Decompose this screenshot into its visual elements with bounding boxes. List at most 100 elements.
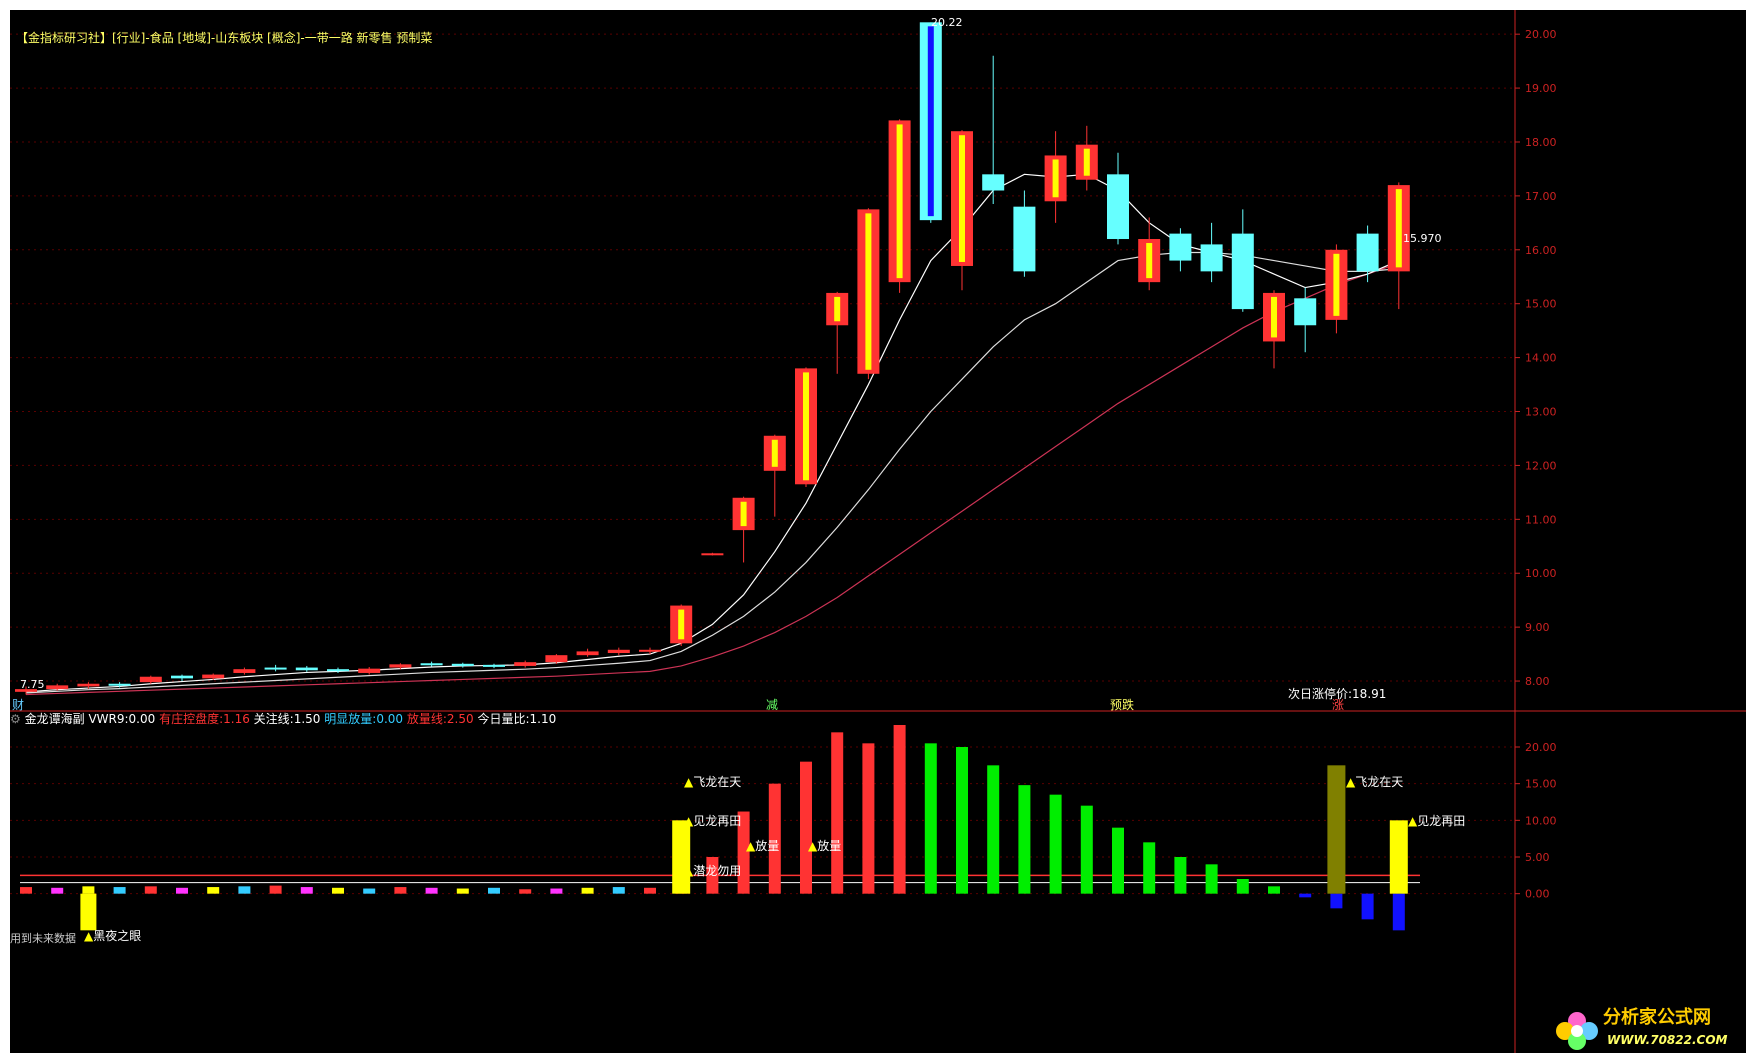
signal-fei-long-1: ▲飞龙在天 [684, 775, 742, 789]
candle-up [639, 649, 661, 652]
volume-bar [550, 888, 563, 894]
candle-down [1294, 298, 1317, 326]
volume-bar [644, 887, 656, 894]
chart-frame: 20.00 19.00 18.00 17.00 16.00 15.00 14.00 13.00… [10, 10, 1746, 1053]
candle-down [1107, 174, 1129, 240]
volume-bar [1236, 879, 1249, 894]
left-marker: 财 [12, 698, 25, 712]
volume-bar [332, 887, 344, 894]
volume-bar [300, 887, 313, 894]
signal-fang-liang-2: ▲放量 [808, 839, 842, 853]
candle-down [327, 669, 349, 672]
candle-up [701, 553, 724, 556]
volume-bar [82, 886, 95, 894]
sub-panel-header: ⚙ 金龙谭海副 VWR9:0.00 有庄控盘度:1.16 关注线:1.50 明显… [10, 712, 556, 726]
signal-fang-liang-1: ▲放量 [746, 839, 780, 853]
signal-bar-jian-long-2 [1389, 820, 1408, 894]
volume-bar [144, 886, 157, 894]
volume-bar [862, 743, 875, 894]
candle-down [1231, 233, 1254, 310]
signal-bar-jian-long [672, 820, 691, 894]
volume-bar [1080, 805, 1093, 894]
candle-up [46, 685, 69, 690]
candle-down [264, 667, 287, 670]
volume-bar [924, 743, 937, 894]
stock-chart[interactable]: 20.00 19.00 18.00 17.00 16.00 15.00 14.00 13.00… [10, 10, 1746, 1053]
volume-bar [1268, 886, 1280, 894]
volume-bar [269, 885, 282, 894]
volume-bar [612, 887, 625, 894]
candle-down [1169, 233, 1192, 261]
volume-bar [113, 887, 126, 894]
volume-bar [581, 887, 594, 894]
signal-jian-long-1: ▲见龙再田 [684, 814, 742, 828]
stock-info-header: 【金指标研习社】[行业]-食品 [地域]-山东板块 [概念]-一带一路 新零售 … [16, 31, 433, 45]
price-tick-label: 9.00 [1525, 621, 1550, 634]
volume-bar [831, 732, 844, 894]
param-volume-line: 放量线:2.50 [406, 712, 474, 726]
candle-inner-bar [896, 124, 903, 279]
candle-inner-bar [1271, 296, 1277, 338]
candle-inner-bar [1395, 189, 1402, 268]
volume-bar [1174, 857, 1187, 894]
price-tick-label: 15.00 [1525, 298, 1557, 311]
candle-inner-bar [1083, 148, 1090, 176]
candle-down [108, 683, 131, 686]
signal-qian-long: ▲潜龙勿用 [684, 864, 742, 878]
bottom-marker-up: 涨 [1332, 698, 1345, 712]
volume-bar [176, 887, 188, 894]
volume-bar [800, 761, 812, 894]
volume-bar [488, 887, 500, 894]
signal-bar-hei-ye [80, 893, 97, 931]
volume-bar [956, 747, 968, 894]
volume-bar [425, 887, 438, 894]
price-tick-label: 19.00 [1525, 82, 1557, 95]
volume-bar [1330, 893, 1343, 909]
candle-inner-bar [771, 439, 778, 467]
volume-bar [1205, 864, 1218, 894]
bottom-marker-reduce: 减 [766, 698, 779, 712]
candle-down [171, 675, 193, 679]
volume-bar [1299, 893, 1312, 898]
price-tick-label: 10.00 [1525, 567, 1557, 580]
volume-bar [394, 887, 407, 894]
candle-inner-bar [678, 609, 685, 640]
settings-icon[interactable]: ⚙ [10, 712, 21, 726]
volume-bar [363, 888, 376, 894]
price-tick-label: 18.00 [1525, 136, 1557, 149]
volume-bar [207, 887, 220, 894]
volume-tick-label: 5.00 [1525, 851, 1550, 864]
candle-inner-bar [927, 26, 934, 217]
candle-down [982, 174, 1005, 191]
candle-up [514, 662, 537, 666]
high-price-label: 20.22 [931, 16, 963, 29]
bottom-marker-forecast: 预跌 [1110, 698, 1135, 712]
volume-bar [519, 889, 532, 894]
watermark-logo: 分析家公式网 WWW.70822.COM [1551, 999, 1741, 1057]
candle-down [1356, 233, 1379, 272]
candle-up [358, 668, 381, 673]
volume-bar [1361, 893, 1374, 920]
price-tick-label: 12.00 [1525, 459, 1557, 472]
signal-jian-long-2: ▲见龙再田 [1408, 814, 1466, 828]
candle-inner-bar [803, 372, 809, 481]
price-tick-label: 20.00 [1525, 28, 1557, 41]
price-tick-label: 16.00 [1525, 244, 1557, 257]
candle-up [202, 674, 225, 679]
last-price-label: 15.970 [1403, 232, 1442, 245]
volume-bar [987, 765, 1000, 894]
volume-bar [238, 886, 251, 894]
sub-panel-title: 金龙谭海副 [24, 712, 85, 726]
volume-tick-label: 20.00 [1525, 741, 1557, 754]
price-tick-label: 14.00 [1525, 352, 1557, 365]
volume-bar [51, 887, 64, 894]
watermark-url: WWW.70822.COM [1607, 1033, 1728, 1047]
candle-inner-bar [865, 213, 872, 370]
param-control: 有庄控盘度:1.16 [159, 712, 250, 726]
ma-slow-line [25, 262, 1399, 696]
candle-up [233, 669, 256, 673]
price-tick-label: 8.00 [1525, 675, 1550, 688]
candle-inner-bar [834, 296, 841, 322]
param-focus: 关注线:1.50 [253, 712, 321, 726]
volume-tick-label: 15.00 [1525, 778, 1557, 791]
